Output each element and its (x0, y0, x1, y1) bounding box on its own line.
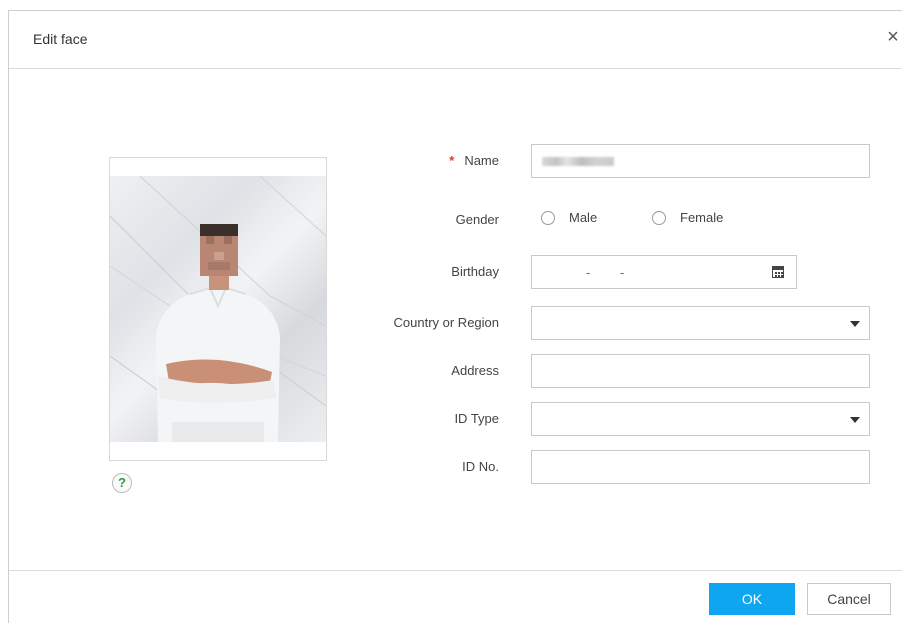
radio-circle-icon (652, 210, 666, 225)
face-photo-frame[interactable] (109, 157, 327, 461)
gender-male-radio[interactable]: Male (541, 210, 597, 225)
name-field[interactable] (531, 144, 870, 178)
country-select[interactable] (531, 306, 870, 340)
ok-button[interactable]: OK (709, 583, 795, 615)
address-field[interactable] (531, 354, 870, 388)
chevron-down-icon (850, 321, 860, 327)
radio-circle-icon (541, 210, 555, 225)
dialog-footer: OK Cancel (9, 570, 902, 623)
cancel-button[interactable]: Cancel (807, 583, 891, 615)
id-no-field[interactable] (531, 450, 870, 484)
calendar-icon[interactable] (772, 266, 784, 278)
chevron-down-icon (850, 417, 860, 423)
name-value-redacted (542, 157, 614, 166)
name-label-wrap: * Name (339, 144, 499, 178)
help-icon[interactable]: ? (112, 473, 132, 493)
gender-label: Gender (455, 212, 499, 227)
date-separator: - (620, 265, 625, 280)
face-photo (110, 176, 326, 442)
id-no-label: ID No. (462, 459, 499, 474)
close-icon[interactable]: × (883, 27, 902, 47)
id-type-label: ID Type (454, 411, 499, 426)
country-label: Country or Region (393, 315, 500, 330)
gender-male-label: Male (569, 210, 598, 225)
address-label: Address (451, 363, 499, 378)
name-label: Name (464, 153, 499, 168)
birthday-field[interactable]: - - (531, 255, 797, 289)
id-type-select[interactable] (531, 402, 870, 436)
date-separator: - (586, 265, 591, 280)
gender-female-label: Female (680, 210, 724, 225)
edit-face-dialog: Edit face × ? * Name Gender Male Female … (8, 10, 902, 623)
birthday-label: Birthday (451, 264, 499, 279)
dialog-title: Edit face (33, 31, 88, 47)
required-mark: * (449, 153, 455, 168)
gender-female-radio[interactable]: Female (652, 210, 723, 225)
dialog-header: Edit face × (9, 11, 902, 69)
